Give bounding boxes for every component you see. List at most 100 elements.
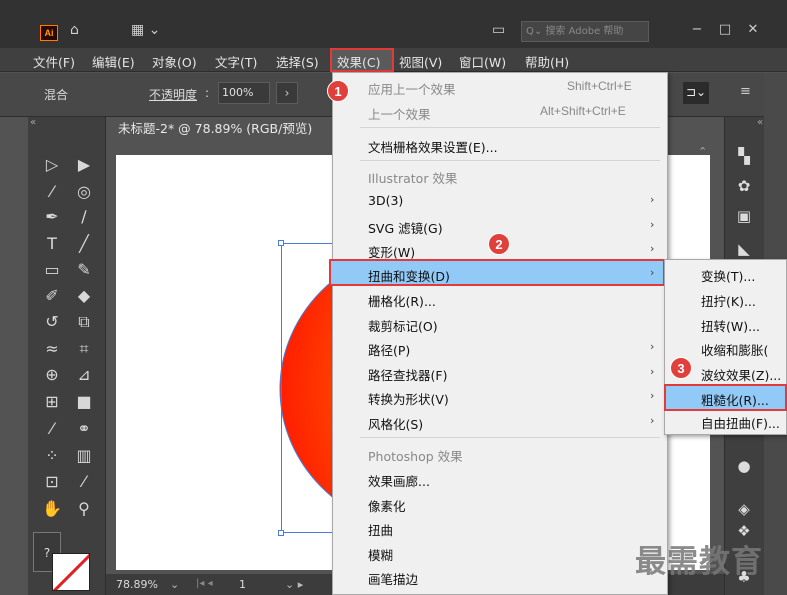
illustrator-effects-header: Illustrator 效果 [368,171,458,186]
first-artboard-icon[interactable]: |◂ ◂ [196,578,213,589]
bbox-handle[interactable] [278,530,284,536]
menu-select[interactable]: 选择(S) [276,52,319,71]
artboard-tool-icon[interactable]: ⊡ [38,470,66,494]
maximize-icon[interactable]: □ [711,20,739,42]
column-graph-tool-icon[interactable]: ▥ [70,444,98,468]
bbox-handle[interactable] [278,240,284,246]
menu-window[interactable]: 窗口(W) [459,52,506,71]
document-tab[interactable]: 未标题-2* @ 78.89% (RGB/预览) [106,117,336,141]
appearance-icon[interactable]: ✿ [733,175,755,197]
chevron-right-icon: › [650,340,655,353]
scroll-up-icon[interactable]: ⌃ [698,145,714,165]
menu-object[interactable]: 对象(O) [152,52,197,71]
submenu-item-transform[interactable]: 变换(T)... [701,266,755,285]
scale-tool-icon[interactable]: ⧉ [70,310,98,334]
menu-item-last-effect[interactable]: 上一个效果 [368,104,431,123]
app-logo: Ai [40,25,58,41]
menu-item-pixelate[interactable]: 像素化 [368,496,406,515]
chevron-right-icon: › [650,218,655,231]
chevron-right-icon: › [650,266,655,279]
symbol-sprayer-tool-icon[interactable]: ⁘ [38,444,66,468]
workspace-icon[interactable]: ▦ ⌄ [131,22,160,38]
zoom-level[interactable]: 78.89% [116,578,158,591]
menu-type[interactable]: 文字(T) [215,52,257,71]
menu-item-crop-marks[interactable]: 裁剪标记(O) [368,316,438,335]
menu-help[interactable]: 帮助(H) [525,52,569,71]
zoom-dropdown-icon[interactable]: ⌄ [170,578,179,591]
menu-lines-icon[interactable]: ≡ [740,84,751,99]
menu-item-raster-settings[interactable]: 文档栅格效果设置(E)... [368,137,498,156]
menu-item-apply-last-effect[interactable]: 应用上一个效果 [368,79,456,98]
rotate-tool-icon[interactable]: ↺ [38,310,66,334]
curvature-tool-icon[interactable]: ∕ [70,205,98,229]
menu-item-pathfinder[interactable]: 路径查找器(F) [368,365,447,384]
slice-tool-icon[interactable]: ⁄ [70,470,98,494]
mesh-tool-icon[interactable]: ⊞ [38,390,66,414]
gradient-tool-icon[interactable]: ■ [70,390,98,414]
opacity-label[interactable]: 不透明度 [149,86,197,103]
line-tool-icon[interactable]: ╱ [70,232,98,256]
stroke-panel-icon[interactable]: ◈ [733,498,755,520]
artboard-dropdown-icon[interactable]: ⌄ ▸ [285,578,303,591]
layers-icon[interactable]: ▚ [733,145,755,167]
search-help-input[interactable]: Q⌄ 搜索 Adobe 帮助 [521,21,649,42]
selection-tool-icon[interactable]: ▷ [38,153,66,177]
minimize-icon[interactable]: − [683,20,711,42]
menu-item-distort-transform[interactable]: 扭曲和变换(D) [368,266,450,285]
submenu-item-zig-zag[interactable]: 波纹效果(Z)... [701,365,787,384]
pen-tool-icon[interactable]: ✒ [38,205,66,229]
lasso-tool-icon[interactable]: ◎ [70,180,98,204]
menu-separator [360,127,660,128]
shape-builder-tool-icon[interactable]: ⊕ [38,363,66,387]
menu-item-distort[interactable]: 扭曲 [368,520,393,539]
perspective-grid-tool-icon[interactable]: ⊿ [70,363,98,387]
menu-edit[interactable]: 编辑(E) [92,52,135,71]
menu-item-rasterize[interactable]: 栅格化(R)... [368,291,436,310]
eraser-tool-icon[interactable]: ◆ [70,284,98,308]
submenu-item-tweak[interactable]: 扭拧(K)... [701,291,756,310]
menu-effect[interactable]: 效果(C) [337,52,380,71]
close-icon[interactable]: ✕ [739,20,767,42]
chevron-right-icon[interactable]: › [276,82,298,104]
free-transform-tool-icon[interactable]: ⌗ [70,337,98,361]
stroke-color-swatch[interactable] [52,553,90,591]
submenu-item-pucker-bloat[interactable]: 收缩和膨胀( [701,340,787,359]
menu-item-effect-gallery[interactable]: 效果画廊... [368,471,430,490]
hand-tool-icon[interactable]: ✋ [38,497,66,521]
menu-item-convert-to-shape[interactable]: 转换为形状(V) [368,389,449,408]
menu-item-blur[interactable]: 模糊 [368,545,393,564]
swatches-icon[interactable]: ● [733,455,755,477]
shaper-tool-icon[interactable]: ✐ [38,284,66,308]
artboards-icon[interactable]: ▣ [733,205,755,227]
panel-icon[interactable]: ▭ [492,22,505,38]
paintbrush-tool-icon[interactable]: ✎ [70,258,98,282]
expand-icon[interactable]: « [757,117,763,128]
home-icon[interactable]: ⌂ [70,22,79,38]
submenu-item-twist[interactable]: 扭转(W)... [701,316,760,335]
menu-file[interactable]: 文件(F) [33,52,75,71]
zoom-tool-icon[interactable]: ⚲ [70,497,98,521]
direct-selection-tool-icon[interactable]: ▶ [70,153,98,177]
arrange-icon[interactable]: ⊐⌄ [683,82,709,104]
rectangle-tool-icon[interactable]: ▭ [38,258,66,282]
warp-tool-icon[interactable]: ≈ [38,337,66,361]
menu-item-3d[interactable]: 3D(3) [368,193,403,208]
menu-item-brush-strokes[interactable]: 画笔描边 [368,569,418,588]
blend-tool-icon[interactable]: ⚭ [70,417,98,441]
collapse-icon[interactable]: « [30,117,36,128]
menu-item-svg-filters[interactable]: SVG 滤镜(G) [368,218,443,237]
eyedropper-tool-icon[interactable]: ⁄ [38,417,66,441]
menu-item-stylize[interactable]: 风格化(S) [368,414,423,433]
type-tool-icon[interactable]: T [38,232,66,256]
menu-item-path[interactable]: 路径(P) [368,340,410,359]
submenu-item-free-distort[interactable]: 自由扭曲(F)... [701,413,787,432]
submenu-item-roughen[interactable]: 粗糙化(R)... [701,390,785,409]
title-bar: Ai ⌂ ▦ ⌄ ▭ Q⌄ 搜索 Adobe 帮助 − □ ✕ [0,0,787,48]
step-badge-1: 1 [327,80,349,102]
opacity-input[interactable]: 100% [218,82,270,104]
transparency-icon[interactable]: ◣ [733,238,755,260]
artboard-number[interactable]: 1 [239,578,246,591]
menu-view[interactable]: 视图(V) [399,52,442,71]
shortcut-last-effect: Alt+Shift+Ctrl+E [540,104,626,118]
magic-wand-tool-icon[interactable]: ⁄ [38,180,66,204]
